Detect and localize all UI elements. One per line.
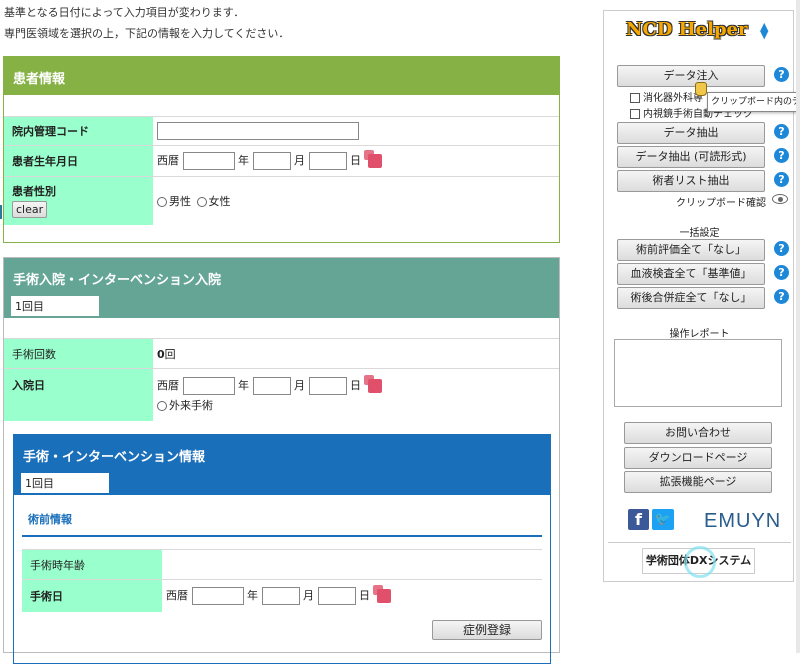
surg-month-unit: 月 bbox=[303, 588, 314, 602]
help-icon-bulk1[interactable]: ? bbox=[774, 241, 789, 256]
emuyn-logo[interactable]: EMUYN bbox=[704, 510, 781, 533]
contact-button[interactable]: お問い合わせ bbox=[624, 422, 772, 444]
dob-day-unit: 日 bbox=[350, 154, 361, 167]
help-icon-readable[interactable]: ? bbox=[774, 148, 789, 163]
patient-form: 院内管理コード 患者生年月日 西暦 年 月 日 患者性別 clear 男性 女性 bbox=[4, 116, 559, 225]
intro-line-2: 専門医領域を選択の上，下記の情報を入力してください． bbox=[4, 27, 290, 40]
operation-report-box[interactable] bbox=[614, 339, 782, 407]
dob-calendar-icon[interactable] bbox=[363, 150, 382, 168]
scrollbar[interactable] bbox=[796, 0, 800, 653]
chk1-label: 消化器外科専 bbox=[643, 93, 703, 104]
clipboard-check-label: クリップボード確認 bbox=[676, 198, 766, 209]
surg-day-input[interactable] bbox=[317, 586, 356, 605]
hospital-code-input[interactable] bbox=[157, 122, 359, 140]
adm-calendar-icon[interactable] bbox=[363, 374, 382, 393]
dob-month-input[interactable] bbox=[252, 152, 291, 170]
help-icon-surgeon[interactable]: ? bbox=[774, 172, 789, 187]
female-radio[interactable] bbox=[196, 196, 207, 207]
intro-text: 基準となる日付によって入力項目が変わります． 専門医領域を選択の上，下記の情報を… bbox=[4, 2, 289, 44]
adm-day-input[interactable] bbox=[308, 376, 347, 395]
adm-month-input[interactable] bbox=[252, 376, 291, 395]
data-inject-button[interactable]: データ注入 bbox=[617, 65, 765, 87]
report-title: 操作レポート bbox=[669, 329, 730, 340]
help-icon-inject[interactable]: ? bbox=[774, 67, 789, 82]
outpatient-radio[interactable] bbox=[157, 400, 167, 411]
sex-cell: 患者性別 clear bbox=[4, 176, 153, 225]
dob-year-input[interactable] bbox=[182, 152, 235, 170]
help-icon-bulk2[interactable]: ? bbox=[774, 265, 789, 280]
male-radio[interactable] bbox=[157, 196, 167, 207]
surgeon-list-button[interactable]: 術者リスト抽出 bbox=[617, 170, 765, 192]
dob-month-unit: 月 bbox=[294, 154, 305, 167]
female-label: 女性 bbox=[208, 194, 231, 208]
surgery-form: 手術時年齢 手術日 西暦 年 月 日 bbox=[22, 549, 542, 612]
surgery-count-label: 手術回数 bbox=[4, 338, 153, 369]
collapse-toggle-icon[interactable]: ▲ ▼ bbox=[760, 21, 768, 40]
twitter-icon[interactable]: 🐦 bbox=[652, 509, 674, 530]
admission-form: 手術回数 0回 入院日 西暦 年 月 日 外来手術 bbox=[4, 338, 559, 421]
checkbox-row-1[interactable]: 消化器外科専 bbox=[630, 89, 703, 104]
male-label: 男性 bbox=[169, 194, 191, 208]
surgery-panel: 手術・インターベンション情報 1回目 術前情報 手術時年齢 手術日 西暦 年 月… bbox=[13, 434, 551, 664]
data-extract-button[interactable]: データ抽出 bbox=[617, 122, 765, 144]
left-edge-marker bbox=[0, 205, 2, 219]
blood-normal-button[interactable]: 血液検査全て「基準値」 bbox=[617, 263, 765, 285]
adm-month-unit: 月 bbox=[294, 378, 305, 392]
help-icon-bulk3[interactable]: ? bbox=[774, 289, 789, 304]
dob-day-input[interactable] bbox=[308, 152, 347, 170]
surgery-header: 手術・インターベンション情報 bbox=[14, 435, 550, 471]
register-case-button[interactable]: 症例登録 bbox=[432, 619, 542, 640]
surgery-tabbar: 1回目 bbox=[14, 471, 550, 495]
surgery-count-value: 0 bbox=[157, 347, 165, 361]
bulk-settings-title: 一括設定 bbox=[679, 228, 720, 239]
admission-date-label: 入院日 bbox=[4, 368, 153, 421]
eye-icon[interactable] bbox=[772, 194, 788, 204]
surg-month-input[interactable] bbox=[261, 586, 300, 605]
patient-panel: 患者情報 院内管理コード 患者生年月日 西暦 年 月 日 患者性別 clear … bbox=[3, 56, 560, 243]
hand-cursor-icon bbox=[695, 82, 707, 96]
clear-button[interactable]: clear bbox=[12, 201, 48, 219]
outpatient-label: 外来手術 bbox=[169, 398, 213, 412]
adm-year-unit: 年 bbox=[238, 378, 249, 392]
download-page-button[interactable]: ダウンロードページ bbox=[624, 447, 772, 469]
intro-line-1: 基準となる日付によって入力項目が変わります． bbox=[4, 6, 245, 19]
surg-calendar-icon[interactable] bbox=[372, 584, 391, 603]
surg-year-unit: 年 bbox=[247, 588, 258, 602]
adm-era: 西暦 bbox=[157, 378, 179, 392]
click-indicator-circle bbox=[684, 546, 716, 578]
preop-none-button[interactable]: 術前評価全て「なし」 bbox=[617, 239, 765, 261]
surg-day-unit: 日 bbox=[359, 588, 370, 602]
dob-label: 患者生年月日 bbox=[4, 145, 153, 177]
facebook-icon[interactable]: f bbox=[628, 509, 649, 530]
surgery-date-label: 手術日 bbox=[22, 579, 162, 612]
surgery-count-unit: 回 bbox=[164, 347, 176, 361]
dob-year-unit: 年 bbox=[238, 154, 249, 167]
endoscopic-checkbox[interactable] bbox=[630, 109, 640, 119]
admission-tab-1[interactable]: 1回目 bbox=[11, 296, 99, 316]
patient-header: 患者情報 bbox=[4, 57, 559, 95]
code-label: 院内管理コード bbox=[4, 116, 153, 146]
sex-label: 患者性別 bbox=[12, 185, 56, 199]
admission-tabbar: 1回目 bbox=[4, 294, 559, 318]
surg-era: 西暦 bbox=[166, 588, 188, 602]
divider bbox=[608, 542, 791, 543]
gastro-checkbox[interactable] bbox=[630, 93, 640, 103]
ncd-helper-logo: NCD Helper bbox=[626, 19, 748, 40]
adm-year-input[interactable] bbox=[182, 376, 235, 395]
age-label: 手術時年齢 bbox=[22, 549, 162, 580]
postop-none-button[interactable]: 術後合併症全て「なし」 bbox=[617, 287, 765, 309]
admission-panel: 手術入院・インターベンション入院 1回目 手術回数 0回 入院日 西暦 年 月 … bbox=[3, 257, 560, 664]
admission-header: 手術入院・インターベンション入院 bbox=[4, 258, 559, 294]
extension-page-button[interactable]: 拡張機能ページ bbox=[624, 471, 772, 493]
help-icon-extract[interactable]: ? bbox=[774, 124, 789, 139]
surg-year-input[interactable] bbox=[191, 586, 244, 605]
preop-title: 術前情報 bbox=[22, 507, 542, 537]
data-extract-readable-button[interactable]: データ抽出 (可読形式) bbox=[617, 146, 765, 168]
age-value bbox=[162, 549, 542, 580]
dob-era: 西暦 bbox=[157, 154, 179, 167]
clipboard-tooltip: クリップボード内のデータ bbox=[707, 92, 800, 112]
adm-day-unit: 日 bbox=[350, 378, 361, 392]
surgery-tab-1[interactable]: 1回目 bbox=[21, 473, 109, 493]
